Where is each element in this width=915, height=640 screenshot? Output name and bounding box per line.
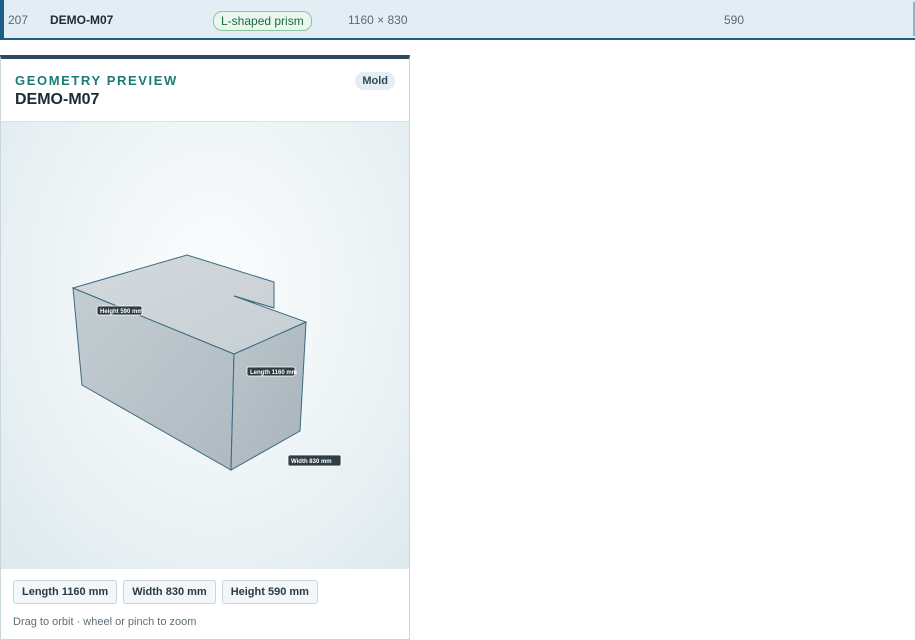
height-dimension-label: Height 590 mm — [96, 305, 143, 316]
geometry-preview-panel: GEOMETRY PREVIEW DEMO-M07 Mold Height 59… — [0, 55, 410, 640]
width-dimension-label: Width 830 mm — [287, 454, 342, 467]
preview-title: DEMO-M07 — [15, 91, 100, 108]
row-id: 207 — [8, 13, 29, 27]
length-dimension-label: Length 1160 mm — [246, 366, 297, 377]
preview-header: GEOMETRY PREVIEW DEMO-M07 Mold — [1, 59, 409, 122]
row-dimensions: 1160 × 830 — [348, 13, 408, 27]
prism-render: Height 590 mm Length 1160 mm Width 830 m… — [71, 254, 342, 471]
row-code: DEMO-M07 — [50, 13, 114, 27]
svg-text:Length 1160 mm: Length 1160 mm — [250, 370, 297, 376]
dimension-chips: Length 1160 mm Width 830 mm Height 590 m… — [13, 580, 318, 604]
interaction-hint: Drag to orbit · wheel or pinch to zoom — [13, 616, 197, 628]
row-height: 590 — [724, 13, 745, 27]
svg-text:Height 590 mm: Height 590 mm — [100, 309, 143, 315]
preview-eyebrow: GEOMETRY PREVIEW — [15, 73, 178, 88]
shape-badge: L-shaped prism — [213, 11, 312, 31]
selected-table-row[interactable]: 207 DEMO-M07 L-shaped prism 1160 × 830 5… — [0, 0, 915, 40]
3d-viewport[interactable]: Height 590 mm Length 1160 mm Width 830 m… — [1, 122, 409, 569]
width-chip: Width 830 mm — [123, 580, 216, 604]
height-chip: Height 590 mm — [221, 580, 318, 604]
type-badge: Mold — [355, 72, 395, 90]
length-chip: Length 1160 mm — [13, 580, 118, 604]
svg-text:Width 830 mm: Width 830 mm — [291, 459, 332, 465]
